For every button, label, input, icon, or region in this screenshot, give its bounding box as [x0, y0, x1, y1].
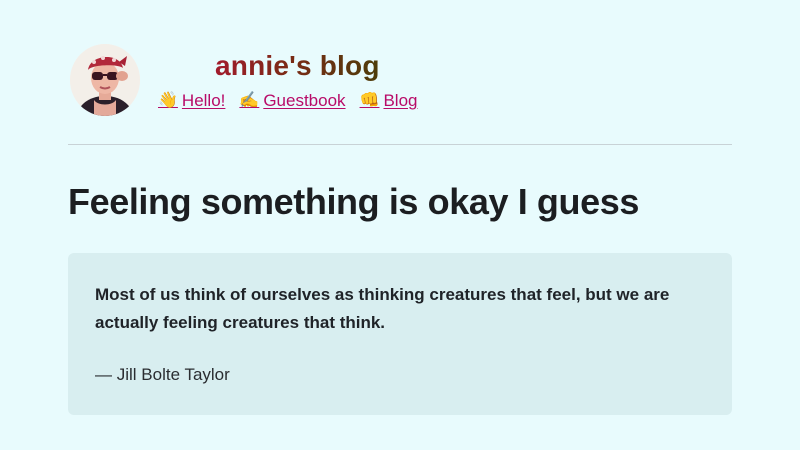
- main-nav: 👋 Hello! ✍️ Guestbook 👊 Blog: [158, 90, 418, 112]
- avatar-image: [70, 44, 140, 116]
- fist-icon: 👊: [359, 92, 380, 109]
- waving-hand-icon: 👋: [158, 92, 178, 109]
- nav-link-blog[interactable]: 👊 Blog: [360, 90, 418, 112]
- writing-hand-icon: ✍️: [239, 92, 260, 109]
- nav-link-hello[interactable]: 👋 Hello!: [158, 90, 225, 112]
- site-header: annie's blog 👋 Hello! ✍️ Guestbook 👊 Blo…: [68, 44, 732, 120]
- nav-link-label: Hello!: [181, 91, 226, 110]
- nav-link-label: Blog: [383, 91, 418, 110]
- site-title[interactable]: annie's blog: [215, 50, 380, 82]
- post-title: Feeling something is okay I guess: [68, 181, 639, 222]
- header-divider: [68, 144, 732, 145]
- blockquote: Most of us think of ourselves as thinkin…: [68, 253, 732, 415]
- nav-link-guestbook[interactable]: ✍️ Guestbook: [239, 90, 345, 112]
- quote-text: Most of us think of ourselves as thinkin…: [95, 285, 670, 332]
- nav-link-label: Guestbook: [263, 91, 346, 110]
- avatar[interactable]: [70, 44, 140, 116]
- page: annie's blog 👋 Hello! ✍️ Guestbook 👊 Blo…: [68, 0, 732, 450]
- quote-author: — Jill Bolte Taylor: [95, 365, 230, 384]
